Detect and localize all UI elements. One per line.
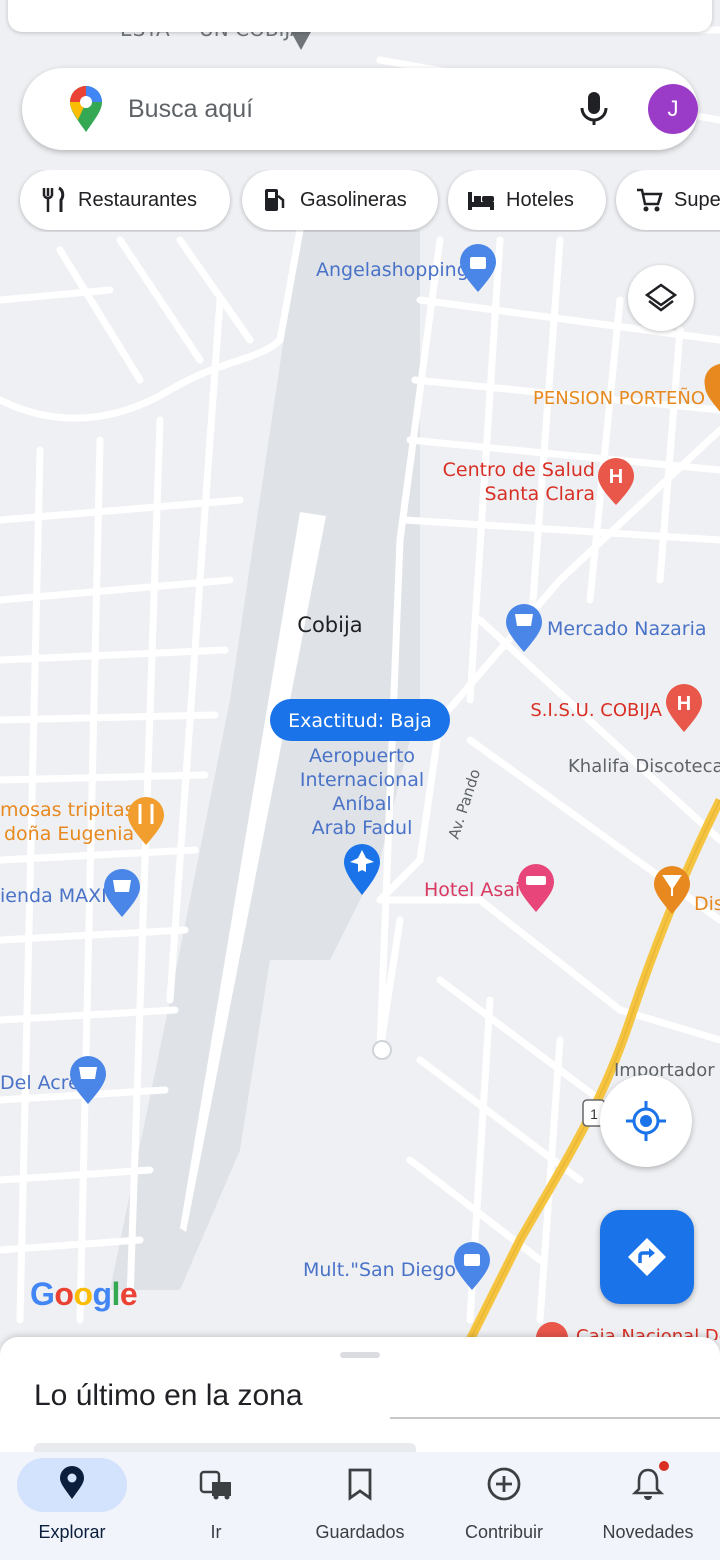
- add-circle-icon: [487, 1467, 521, 1501]
- my-location-icon: [626, 1101, 666, 1141]
- svg-text:Exactitud: Baja: Exactitud: Baja: [288, 710, 432, 732]
- gas-station-icon: [258, 183, 292, 217]
- shopping-bag-icon: [464, 1254, 480, 1266]
- nav-novedades[interactable]: Novedades: [576, 1452, 720, 1560]
- nav-label: Novedades: [602, 1522, 694, 1542]
- svg-text:Aeropuerto: Aeropuerto: [309, 745, 415, 767]
- svg-text:PENSION PORTEÑO: PENSION PORTEÑO: [533, 387, 705, 409]
- nav-label: Guardados: [315, 1522, 405, 1542]
- nav-ir[interactable]: Ir: [144, 1452, 288, 1560]
- maps-logo-icon: [70, 86, 102, 132]
- chip-hoteles[interactable]: Hoteles: [448, 170, 606, 230]
- svg-text:Santa Clara: Santa Clara: [484, 483, 595, 505]
- svg-text:S.I.S.U. COBIJA: S.I.S.U. COBIJA: [530, 700, 662, 721]
- bottom-navigation: Explorar Ir Guardados Contribuir Novedad…: [0, 1452, 720, 1560]
- directions-icon: [628, 1238, 666, 1276]
- nav-label: Explorar: [38, 1522, 106, 1542]
- chip-supermercados[interactable]: Supe: [616, 170, 720, 230]
- svg-text:Mult."San Diego": Mult."San Diego": [303, 1259, 465, 1281]
- search-placeholder[interactable]: Busca aquí: [128, 95, 253, 124]
- bookmark-icon: [348, 1468, 372, 1501]
- hospital-icon: H: [677, 693, 691, 715]
- nav-explorar[interactable]: Explorar: [0, 1452, 144, 1560]
- cart-icon: [113, 880, 131, 892]
- svg-text:Angelashopping: Angelashopping: [316, 259, 469, 281]
- chip-restaurantes[interactable]: Restaurantes: [20, 170, 230, 230]
- chip-label: Restaurantes: [78, 188, 197, 211]
- sheet-title: Lo último en la zona: [34, 1379, 303, 1412]
- layers-button[interactable]: [628, 265, 694, 331]
- my-location-button[interactable]: [600, 1075, 692, 1167]
- location-pin-icon: [60, 1466, 84, 1499]
- commute-icon: [199, 1470, 231, 1500]
- hospital-icon: H: [609, 466, 623, 488]
- cart-icon: [515, 614, 533, 626]
- svg-text:Del Acre: Del Acre: [0, 1072, 80, 1094]
- bottom-sheet[interactable]: Lo último en la zona: [0, 1337, 720, 1457]
- chip-gasolineras[interactable]: Gasolineras: [242, 170, 438, 230]
- cart-icon: [632, 183, 666, 217]
- svg-text:Hotel Asai: Hotel Asai: [424, 879, 520, 901]
- avatar[interactable]: J: [648, 84, 698, 134]
- map-city-label: Cobija: [297, 613, 362, 637]
- svg-text:Centro de Salud: Centro de Salud: [443, 459, 595, 481]
- fork-knife-icon: [36, 183, 70, 217]
- svg-text:Khalifa Discoteca: Khalifa Discoteca: [568, 756, 720, 777]
- cart-icon: [79, 1067, 97, 1079]
- microphone-icon[interactable]: [574, 88, 614, 128]
- bed-icon: [464, 183, 498, 217]
- svg-text:Mercado Nazaria: Mercado Nazaria: [547, 618, 707, 640]
- svg-text:mosas tripitas: mosas tripitas: [0, 799, 134, 821]
- notification-badge: [659, 1461, 669, 1471]
- sheet-divider: [390, 1417, 720, 1419]
- svg-text:Internacional: Internacional: [300, 769, 424, 791]
- chip-label: Gasolineras: [300, 188, 407, 211]
- nav-label: Ir: [210, 1522, 222, 1542]
- bed-icon: [526, 876, 546, 885]
- sheet-drag-handle[interactable]: [340, 1352, 380, 1358]
- svg-text:ienda MAXI: ienda MAXI: [0, 885, 107, 907]
- bell-icon: [631, 1468, 665, 1500]
- directions-button[interactable]: [600, 1210, 694, 1304]
- search-bar[interactable]: Busca aquí J: [22, 68, 698, 150]
- accuracy-badge: Exactitud: Baja: [270, 699, 450, 741]
- chip-label: Hoteles: [506, 188, 574, 211]
- svg-text:Arab Fadul: Arab Fadul: [312, 817, 413, 839]
- svg-text:Dis: Dis: [694, 893, 720, 915]
- layers-icon: [644, 283, 678, 312]
- poi-khalifa[interactable]: Khalifa Discoteca: [568, 756, 720, 777]
- nav-guardados[interactable]: Guardados: [288, 1452, 432, 1560]
- shopping-bag-icon: [470, 257, 486, 269]
- svg-text:doña Eugenia: doña Eugenia: [4, 823, 134, 845]
- google-logo: Google: [30, 1276, 138, 1312]
- chip-label: Supe: [674, 188, 720, 211]
- nav-contribuir[interactable]: Contribuir: [432, 1452, 576, 1560]
- top-card-edge: [8, 0, 712, 32]
- svg-text:Aníbal: Aníbal: [332, 793, 391, 815]
- route-shield-label: 1: [590, 1106, 598, 1122]
- nav-label: Contribuir: [464, 1522, 544, 1542]
- category-chips: Restaurantes Gasolineras Hoteles Supe: [0, 170, 720, 232]
